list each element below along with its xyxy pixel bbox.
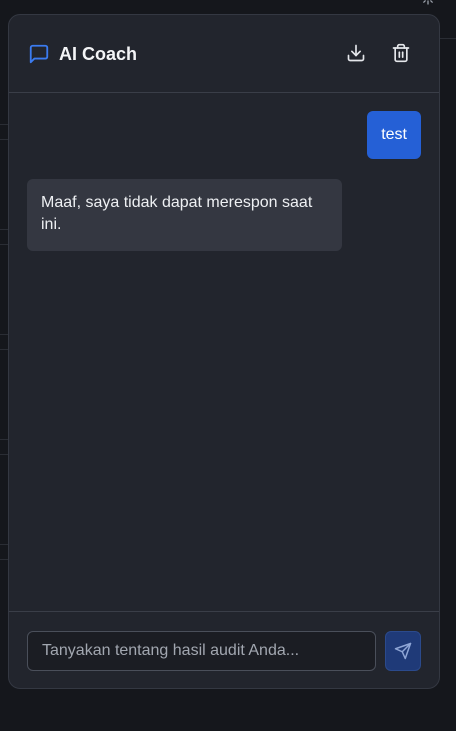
chat-input[interactable] <box>27 631 376 671</box>
trash-icon <box>392 43 410 63</box>
panel-title: AI Coach <box>59 44 138 64</box>
clear-chat-button[interactable] <box>389 41 413 65</box>
assistant-message: Maaf, saya tidak dapat merespon saat ini… <box>27 179 342 251</box>
send-icon <box>394 642 412 660</box>
download-button[interactable] <box>344 41 368 65</box>
user-message: test <box>367 111 421 159</box>
message-square-icon <box>29 44 49 64</box>
send-button[interactable] <box>385 631 421 671</box>
panel-header: AI Coach <box>9 15 439 93</box>
download-icon <box>347 44 365 62</box>
sun-icon[interactable] <box>420 0 436 6</box>
message-list[interactable]: test Maaf, saya tidak dapat merespon saa… <box>9 94 439 611</box>
ai-coach-panel: AI Coach test Maaf, saya tidak dapat mer… <box>8 14 440 689</box>
message-composer <box>9 611 439 688</box>
